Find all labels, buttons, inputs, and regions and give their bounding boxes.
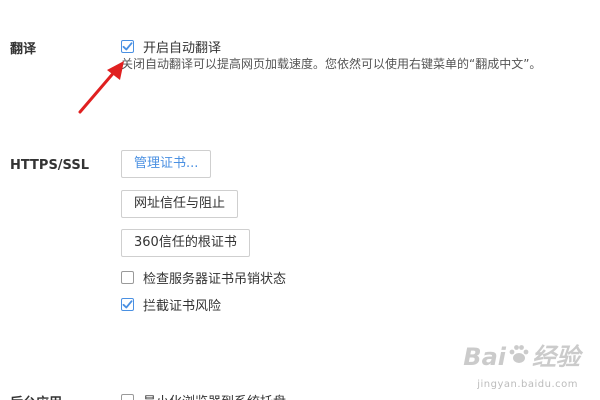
checkmark-icon	[122, 42, 133, 51]
settings-page: 翻译 开启自动翻译 关闭自动翻译可以提高网页加载速度。您依然可以使用右键菜单的“…	[0, 0, 600, 400]
block-cert-risk-checkbox[interactable]	[121, 298, 134, 311]
red-arrow-annotation	[78, 61, 124, 114]
checkmark-icon	[122, 300, 133, 309]
watermark-brand-left: Bai	[463, 343, 506, 371]
minimize-to-tray-option[interactable]: 最小化浏览器到系统托盘	[121, 391, 286, 400]
baidu-watermark: Bai 经验	[463, 337, 580, 372]
auto-translate-description: 关闭自动翻译可以提高网页加载速度。您依然可以使用右键菜单的“翻成中文”。	[121, 57, 542, 71]
minimize-to-tray-checkbox[interactable]	[121, 394, 134, 400]
paw-icon	[508, 343, 530, 371]
check-revocation-option[interactable]: 检查服务器证书吊销状态	[121, 268, 286, 287]
manage-certificates-button[interactable]: 管理证书...	[121, 150, 212, 178]
block-cert-risk-option[interactable]: 拦截证书风险	[121, 295, 221, 314]
https-section-label: HTTPS/SSL	[10, 158, 89, 173]
auto-translate-label: 开启自动翻译	[143, 41, 222, 56]
root-certificates-360-button[interactable]: 360信任的根证书	[121, 229, 250, 257]
check-revocation-checkbox[interactable]	[121, 271, 134, 284]
check-revocation-label: 检查服务器证书吊销状态	[143, 272, 287, 287]
auto-translate-option[interactable]: 开启自动翻译	[121, 37, 221, 56]
block-cert-risk-label: 拦截证书风险	[143, 299, 222, 314]
translate-section-label: 翻译	[10, 42, 37, 57]
minimize-to-tray-label: 最小化浏览器到系统托盘	[143, 391, 286, 400]
watermark-url: jingyan.baidu.com	[477, 379, 578, 390]
background-apps-section-label: 后台应用	[10, 392, 62, 400]
auto-translate-checkbox[interactable]	[121, 40, 134, 53]
watermark-brand-right: 经验	[532, 343, 580, 371]
url-trust-block-button[interactable]: 网址信任与阻止	[121, 190, 239, 218]
